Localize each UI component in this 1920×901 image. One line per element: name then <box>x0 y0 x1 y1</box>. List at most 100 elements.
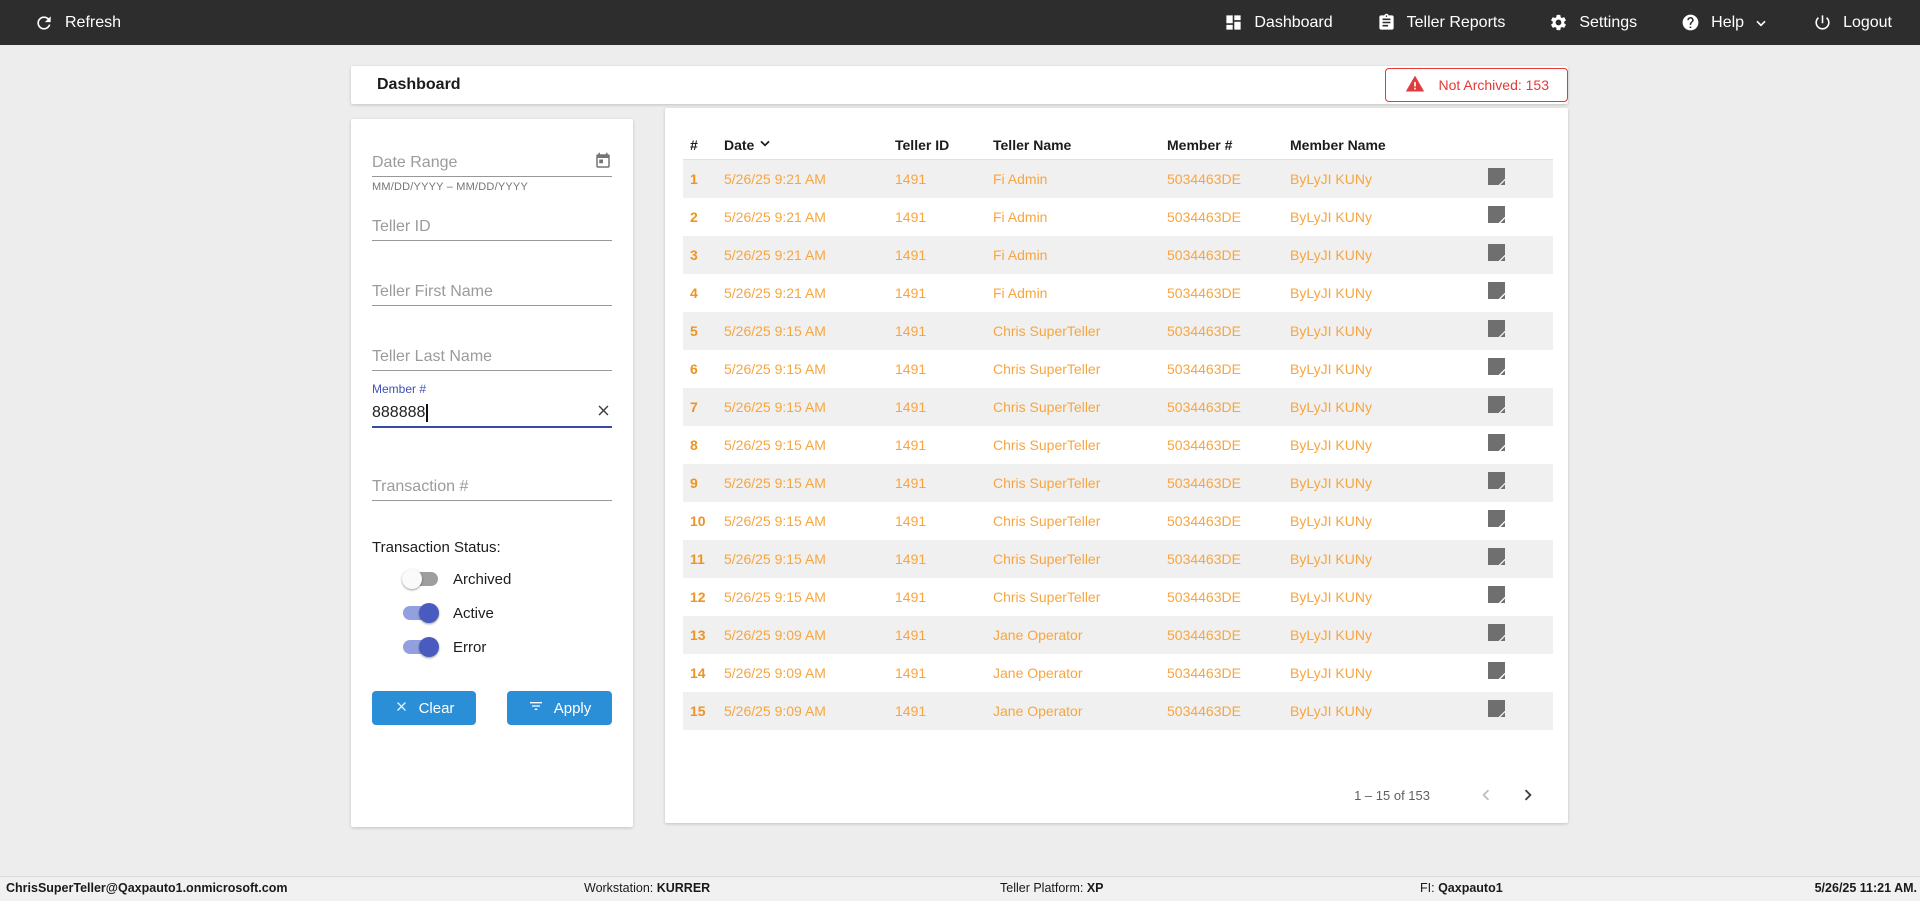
cell-note[interactable] <box>1487 244 1553 266</box>
toggle-active-switch[interactable] <box>403 603 439 623</box>
note-icon[interactable] <box>1488 624 1505 646</box>
note-icon[interactable] <box>1488 472 1505 494</box>
cell-note[interactable] <box>1487 624 1553 646</box>
cell-num: 3 <box>690 247 698 263</box>
nav-dashboard[interactable]: Dashboard <box>1224 13 1333 32</box>
table-row[interactable]: 15 5/26/25 9:09 AM 1491 Jane Operator 50… <box>683 692 1553 730</box>
table-row[interactable]: 14 5/26/25 9:09 AM 1491 Jane Operator 50… <box>683 654 1553 692</box>
not-archived-badge[interactable]: Not Archived: 153 <box>1385 68 1568 102</box>
table-row[interactable]: 9 5/26/25 9:15 AM 1491 Chris SuperTeller… <box>683 464 1553 502</box>
nav-teller-reports[interactable]: Teller Reports <box>1377 13 1505 32</box>
table-row[interactable]: 2 5/26/25 9:21 AM 1491 Fi Admin 5034463D… <box>683 198 1553 236</box>
cell-note[interactable] <box>1487 586 1553 608</box>
cell-date: 5/26/25 9:21 AM <box>724 209 826 225</box>
table-row[interactable]: 1 5/26/25 9:21 AM 1491 Fi Admin 5034463D… <box>683 160 1553 198</box>
teller-last-name-field[interactable]: Teller Last Name <box>372 344 612 371</box>
cell-note[interactable] <box>1487 282 1553 304</box>
cell-note[interactable] <box>1487 396 1553 418</box>
toggle-active[interactable]: Active <box>403 600 494 626</box>
nav-logout[interactable]: Logout <box>1813 13 1892 32</box>
cell-num: 2 <box>690 209 698 225</box>
note-icon[interactable] <box>1488 206 1505 228</box>
note-icon[interactable] <box>1488 282 1505 304</box>
note-icon[interactable] <box>1488 586 1505 608</box>
table-row[interactable]: 5 5/26/25 9:15 AM 1491 Chris SuperTeller… <box>683 312 1553 350</box>
clear-button-label: Clear <box>418 699 455 717</box>
cell-teller-id: 1491 <box>895 551 927 567</box>
cell-member-num: 5034463DE <box>1167 171 1241 187</box>
toggle-error-label: Error <box>453 638 487 656</box>
table-row[interactable]: 13 5/26/25 9:09 AM 1491 Jane Operator 50… <box>683 616 1553 654</box>
cell-note[interactable] <box>1487 434 1553 456</box>
col-header-member-name[interactable]: Member Name <box>1290 137 1487 153</box>
cell-teller-name: Chris SuperTeller <box>993 437 1101 453</box>
table-body: 1 5/26/25 9:21 AM 1491 Fi Admin 5034463D… <box>683 160 1553 730</box>
cell-teller-id: 1491 <box>895 703 927 719</box>
nav-help[interactable]: Help <box>1681 13 1769 32</box>
toggle-error[interactable]: Error <box>403 634 486 660</box>
note-icon[interactable] <box>1488 434 1505 456</box>
col-header-date[interactable]: Date <box>724 135 895 154</box>
table-row[interactable]: 4 5/26/25 9:21 AM 1491 Fi Admin 5034463D… <box>683 274 1553 312</box>
note-icon[interactable] <box>1488 700 1505 722</box>
table-row[interactable]: 11 5/26/25 9:15 AM 1491 Chris SuperTelle… <box>683 540 1553 578</box>
cell-member-name: ByLyJI KUNy <box>1290 589 1372 605</box>
table-row[interactable]: 8 5/26/25 9:15 AM 1491 Chris SuperTeller… <box>683 426 1553 464</box>
cell-note[interactable] <box>1487 700 1553 722</box>
note-icon[interactable] <box>1488 396 1505 418</box>
cell-note[interactable] <box>1487 662 1553 684</box>
date-range-field[interactable]: Date Range MM/DD/YYYY – MM/DD/YYYY <box>372 150 612 193</box>
cell-teller-id: 1491 <box>895 247 927 263</box>
note-icon[interactable] <box>1488 244 1505 266</box>
table-row[interactable]: 12 5/26/25 9:15 AM 1491 Chris SuperTelle… <box>683 578 1553 616</box>
table-row[interactable]: 10 5/26/25 9:15 AM 1491 Chris SuperTelle… <box>683 502 1553 540</box>
cell-note[interactable] <box>1487 472 1553 494</box>
toggle-error-switch[interactable] <box>403 637 439 657</box>
refresh-button[interactable]: Refresh <box>34 13 121 33</box>
transaction-number-field[interactable]: Transaction # <box>372 474 612 501</box>
cell-member-num: 5034463DE <box>1167 361 1241 377</box>
cell-member-name: ByLyJI KUNy <box>1290 513 1372 529</box>
cell-teller-name: Fi Admin <box>993 171 1048 187</box>
cell-note[interactable] <box>1487 206 1553 228</box>
cell-member-name: ByLyJI KUNy <box>1290 361 1372 377</box>
cell-date: 5/26/25 9:09 AM <box>724 627 826 643</box>
table-row[interactable]: 6 5/26/25 9:15 AM 1491 Chris SuperTeller… <box>683 350 1553 388</box>
note-icon[interactable] <box>1488 662 1505 684</box>
col-header-teller-id[interactable]: Teller ID <box>895 137 993 153</box>
note-icon[interactable] <box>1488 358 1505 380</box>
footer-workstation: Workstation: KURRER <box>584 881 711 895</box>
table-row[interactable]: 7 5/26/25 9:15 AM 1491 Chris SuperTeller… <box>683 388 1553 426</box>
teller-id-field[interactable]: Teller ID <box>372 214 612 241</box>
toggle-archived-switch[interactable] <box>402 569 438 589</box>
apply-button[interactable]: Apply <box>507 691 612 725</box>
col-header-teller-name[interactable]: Teller Name <box>993 137 1167 153</box>
note-icon[interactable] <box>1488 320 1505 342</box>
clear-member-icon[interactable] <box>595 402 612 424</box>
note-icon[interactable] <box>1488 548 1505 570</box>
calendar-icon[interactable] <box>594 152 612 175</box>
cell-note[interactable] <box>1487 168 1553 190</box>
cell-note[interactable] <box>1487 320 1553 342</box>
cell-member-name: ByLyJI KUNy <box>1290 323 1372 339</box>
cell-num: 13 <box>690 627 706 643</box>
clear-button[interactable]: Clear <box>372 691 476 725</box>
cell-teller-id: 1491 <box>895 437 927 453</box>
member-number-field[interactable]: Member # 888888 <box>372 382 612 428</box>
next-page-button[interactable] <box>1516 783 1540 807</box>
cell-note[interactable] <box>1487 548 1553 570</box>
cell-note[interactable] <box>1487 358 1553 380</box>
prev-page-button[interactable] <box>1474 783 1498 807</box>
cell-teller-name: Jane Operator <box>993 703 1083 719</box>
teller-first-name-field[interactable]: Teller First Name <box>372 279 612 306</box>
cell-teller-id: 1491 <box>895 361 927 377</box>
note-icon[interactable] <box>1488 510 1505 532</box>
table-header-row: # Date Teller ID Teller Name Member # Me… <box>683 130 1553 160</box>
nav-settings[interactable]: Settings <box>1549 13 1637 32</box>
cell-date: 5/26/25 9:15 AM <box>724 437 826 453</box>
col-header-member-num[interactable]: Member # <box>1167 137 1290 153</box>
table-row[interactable]: 3 5/26/25 9:21 AM 1491 Fi Admin 5034463D… <box>683 236 1553 274</box>
note-icon[interactable] <box>1488 168 1505 190</box>
cell-note[interactable] <box>1487 510 1553 532</box>
toggle-archived[interactable]: Archived <box>402 566 511 592</box>
